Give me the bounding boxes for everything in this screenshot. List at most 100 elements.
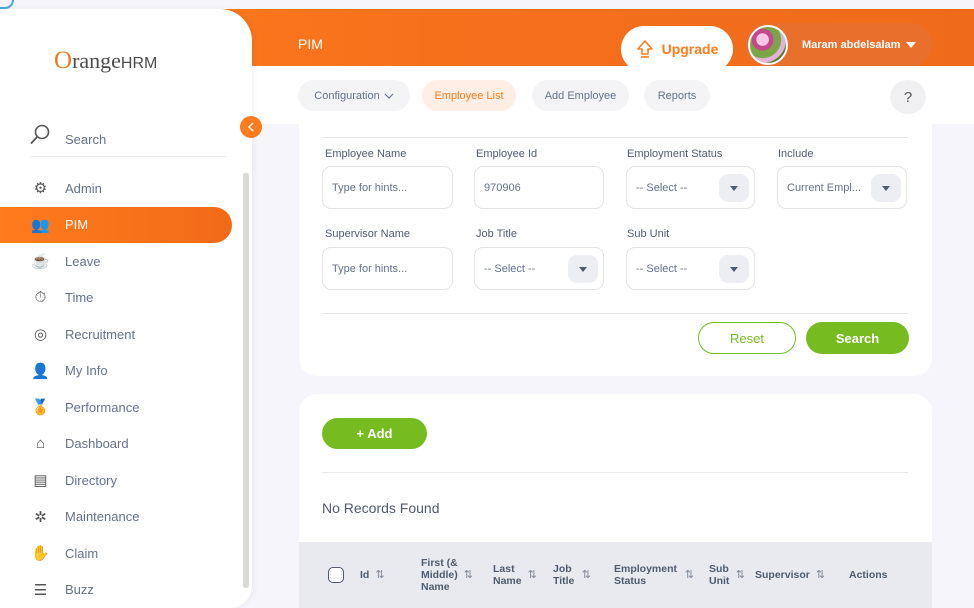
job-title-value: -- Select -- (484, 262, 536, 275)
add-employee-button[interactable]: + Add (322, 418, 427, 449)
sidebar-item-time[interactable]: ⏱ Time (0, 280, 240, 317)
select-all-checkbox[interactable] (328, 567, 344, 583)
tab-reports-label: Reports (657, 89, 697, 102)
tab-reports[interactable]: Reports (644, 80, 710, 111)
tab-employee-list[interactable]: Employee List (422, 80, 516, 111)
include-select[interactable]: Current Empl... (777, 166, 907, 209)
sort-icon: ⇅ (375, 569, 385, 581)
sidebar-item-directory[interactable]: ▤ Directory (0, 462, 240, 499)
sidebar-scrollbar-thumb[interactable] (243, 173, 249, 588)
dropdown-toggle[interactable] (568, 255, 598, 283)
sidebar-item-performance[interactable]: 🏅 Performance (0, 389, 240, 426)
sidebar-item-leave[interactable]: ☕ Leave (0, 243, 240, 280)
job-title-select[interactable]: -- Select -- (474, 247, 604, 290)
sidebar-item-label: Maintenance (65, 509, 140, 525)
directory-icon: ▤ (33, 472, 48, 490)
sidebar-item-label: Claim (65, 545, 99, 561)
employee-name-input[interactable]: Type for hints... (322, 166, 453, 209)
upgrade-label: Upgrade (661, 41, 719, 57)
sidebar-item-label: Time (65, 290, 94, 306)
sidebar-item-dashboard[interactable]: ⌂ Dashboard (0, 426, 240, 463)
sort-icon: ⇅ (815, 569, 826, 581)
empty-state-text: No Records Found (322, 500, 440, 516)
caret-down-icon (882, 185, 890, 191)
dropdown-toggle[interactable] (719, 255, 749, 283)
job-title-label: Job Title (476, 228, 517, 240)
include-value: Current Empl... (787, 181, 861, 194)
search-icon (30, 124, 50, 144)
sidebar-item-pim[interactable]: 👥 PIM (0, 206, 232, 243)
caret-down-icon (579, 266, 587, 272)
sidebar-item-buzz[interactable]: ☰ Buzz (0, 572, 240, 608)
performance-icon: 🏅 (31, 399, 50, 417)
user-dropdown[interactable]: Maram abdelsalam (745, 23, 932, 67)
supervisor-name-input[interactable]: Type for hints... (322, 247, 453, 290)
employee-filter-card: Employee Name Type for hints... Employee… (299, 124, 932, 376)
sidebar-item-label: Admin (65, 180, 102, 196)
sidebar-menu: ⚙ Admin 👥 PIM ☕ Leave ⏱ Time ◎ Recruitment 👤 My Inf… (0, 170, 240, 608)
caret-down-icon (730, 266, 738, 272)
help-button[interactable]: ? (890, 80, 926, 114)
sidebar-item-label: Performance (65, 399, 140, 415)
column-header-id[interactable]: Id ⇅ (360, 569, 385, 581)
sidebar-item-label: Recruitment (65, 326, 136, 342)
my-info-icon: 👤 (31, 362, 50, 380)
column-header-last-name[interactable]: Last Name ⇅ (493, 563, 537, 587)
tab-add-employee[interactable]: Add Employee (532, 80, 629, 111)
sort-icon: ⇅ (527, 569, 537, 581)
sidebar-search[interactable]: Search (30, 113, 227, 157)
employee-name-label: Employee Name (325, 148, 407, 160)
sort-icon: ⇅ (463, 569, 473, 581)
tab-add-employee-label: Add Employee (544, 89, 617, 102)
sidebar-item-my-info[interactable]: 👤 My Info (0, 353, 240, 390)
include-label: Include (778, 148, 814, 160)
sub-unit-select[interactable]: -- Select -- (626, 247, 755, 290)
column-header-first-name[interactable]: First (& Middle) Name ⇅ (421, 557, 473, 593)
employee-results-card: + Add No Records Found Id ⇅ First (& Midd… (299, 394, 932, 608)
dropdown-toggle[interactable] (719, 174, 749, 202)
sidebar-item-admin[interactable]: ⚙ Admin (0, 170, 240, 207)
buzz-icon: ☰ (33, 581, 48, 599)
divider (322, 472, 908, 473)
chevron-left-icon (247, 122, 254, 132)
employment-status-select[interactable]: -- Select -- (626, 166, 755, 209)
sidebar-item-claim[interactable]: ✋ Claim (0, 535, 240, 572)
sidebar-item-recruitment[interactable]: ◎ Recruitment (0, 316, 240, 353)
column-header-supervisor[interactable]: Supervisor ⇅ (755, 569, 825, 581)
employee-id-label: Employee Id (476, 148, 538, 160)
collapse-sidebar-button[interactable] (240, 116, 262, 138)
search-button[interactable]: Search (806, 322, 909, 354)
page-title: PIM (298, 36, 323, 52)
employee-id-value: 970906 (484, 181, 521, 194)
admin-icon: ⚙ (33, 180, 48, 198)
employee-id-input[interactable]: 970906 (474, 166, 604, 209)
caret-down-icon (730, 185, 738, 191)
maintenance-icon: ✲ (34, 508, 47, 526)
tab-configuration-label: Configuration (314, 89, 380, 102)
upgrade-icon (636, 40, 653, 58)
claim-icon: ✋ (31, 545, 50, 563)
column-header-employment-status[interactable]: Employment Status ⇅ (614, 563, 694, 587)
sidebar: OrangeHRM Search ⚙ Admin 👥 PIM ☕ Leave ⏱ Time ◎ R… (0, 9, 252, 608)
sub-unit-value: -- Select -- (636, 262, 688, 275)
sidebar-item-label: Leave (65, 253, 101, 269)
column-header-sub-unit[interactable]: Sub Unit ⇅ (709, 563, 745, 587)
sort-icon: ⇅ (581, 569, 591, 581)
dropdown-toggle[interactable] (871, 174, 901, 202)
sidebar-item-label: Dashboard (65, 436, 129, 452)
sidebar-item-maintenance[interactable]: ✲ Maintenance (0, 499, 240, 536)
help-icon: ? (903, 88, 913, 106)
reset-button[interactable]: Reset (698, 322, 796, 354)
sidebar-scrollbar[interactable] (243, 173, 249, 588)
sort-icon: ⇅ (735, 569, 745, 581)
tab-configuration[interactable]: Configuration (298, 80, 410, 111)
tab-employee-list-label: Employee List (434, 89, 504, 102)
corner-mark (0, 0, 14, 9)
column-header-job-title[interactable]: Job Title ⇅ (553, 563, 591, 587)
supervisor-name-placeholder: Type for hints... (332, 262, 408, 275)
employment-status-label: Employment Status (627, 148, 723, 160)
sidebar-item-label: Directory (65, 472, 118, 488)
pim-icon: 👥 (31, 216, 50, 234)
supervisor-name-label: Supervisor Name (325, 228, 410, 240)
sidebar-item-label: My Info (65, 363, 108, 379)
